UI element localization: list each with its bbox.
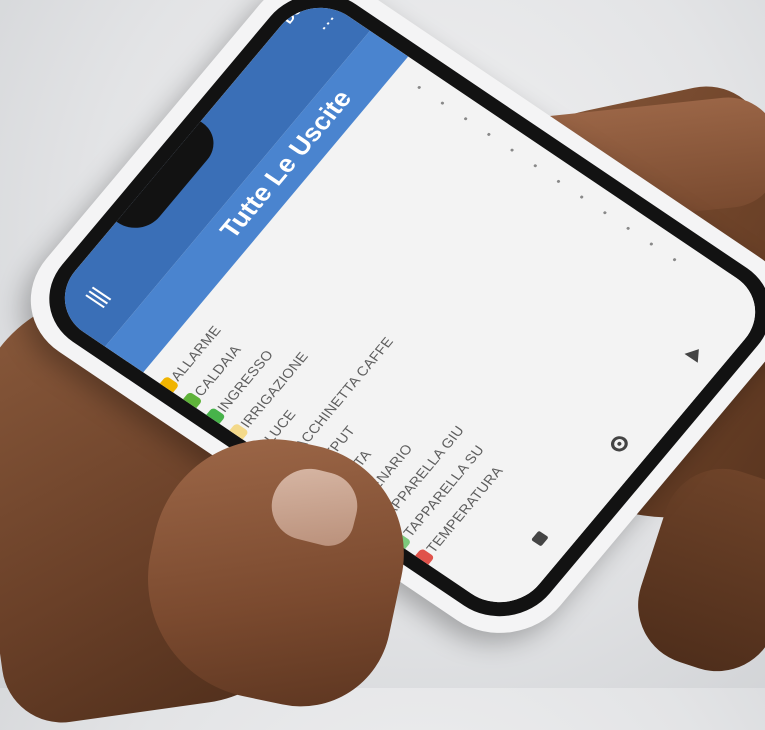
recent-square-icon[interactable] [531,530,549,547]
item-menu-dot [672,257,677,262]
photo-scene: ⋮ Domotica APP Tutte Le Uscite ALLARMECA… [0,0,765,730]
item-menu-dot [463,116,468,121]
item-menu-dot [625,226,631,231]
item-menu-dot [649,242,654,247]
item-menu-dot [417,85,422,90]
item-menu-dot [579,195,584,200]
item-menu-dot [533,163,538,168]
hamburger-menu-icon[interactable] [85,284,114,309]
item-menu-dot [556,179,561,184]
item-menu-dot [440,101,445,106]
item-menu-dot [509,148,515,153]
more-vert-icon[interactable]: ⋮ [314,10,342,35]
item-menu-dot [486,132,492,137]
back-triangle-icon[interactable] [684,344,706,363]
item-menu-dot [602,210,608,215]
home-circle-icon[interactable] [607,433,632,455]
